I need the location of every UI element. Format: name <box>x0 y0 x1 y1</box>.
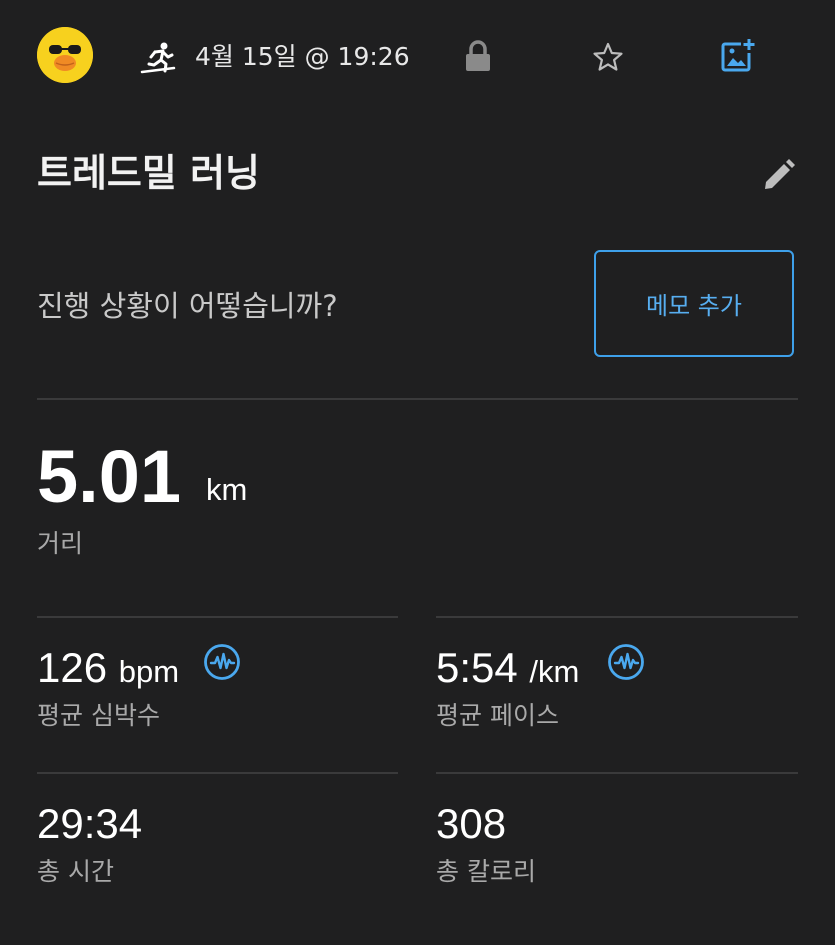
pace-unit: /km <box>529 654 580 689</box>
total-time-value: 29:34 <box>37 800 143 847</box>
lock-icon[interactable] <box>465 40 491 72</box>
heart-rate-chart-icon[interactable] <box>203 643 241 681</box>
workout-title: 트레드밀 러닝 <box>37 151 260 195</box>
divider <box>436 772 798 774</box>
distance-value: 5.01 <box>37 435 182 518</box>
avatar[interactable] <box>37 27 93 83</box>
pace-chart-icon[interactable] <box>607 643 645 681</box>
edit-pencil-icon[interactable] <box>762 158 796 192</box>
heart-rate-unit: bpm <box>118 654 180 689</box>
total-calories-value: 308 <box>436 800 507 847</box>
avg-pace-value: 5:54 /km <box>436 643 579 697</box>
distance-unit: km <box>206 472 248 507</box>
star-icon[interactable] <box>592 41 624 73</box>
add-memo-button[interactable]: 메모 추가 <box>594 250 794 357</box>
pace-number: 5:54 <box>436 644 518 691</box>
divider <box>37 398 798 400</box>
duck-avatar-icon <box>37 27 93 83</box>
avg-heart-rate-label: 평균 심박수 <box>37 701 160 730</box>
progress-prompt: 진행 상황이 어떻습니까? <box>37 289 338 323</box>
avg-heart-rate-value: 126 bpm <box>37 643 179 697</box>
total-time-label: 총 시간 <box>37 857 114 886</box>
divider <box>37 772 398 774</box>
treadmill-run-icon <box>140 40 176 74</box>
divider <box>37 616 398 618</box>
total-calories-label: 총 칼로리 <box>436 857 536 886</box>
divider <box>436 616 798 618</box>
workout-date-time: 4월 15일 @ 19:26 <box>195 42 410 71</box>
add-photo-icon[interactable] <box>721 38 755 72</box>
distance-label: 거리 <box>37 529 84 558</box>
heart-rate-number: 126 <box>37 644 108 691</box>
avg-pace-label: 평균 페이스 <box>436 701 559 730</box>
